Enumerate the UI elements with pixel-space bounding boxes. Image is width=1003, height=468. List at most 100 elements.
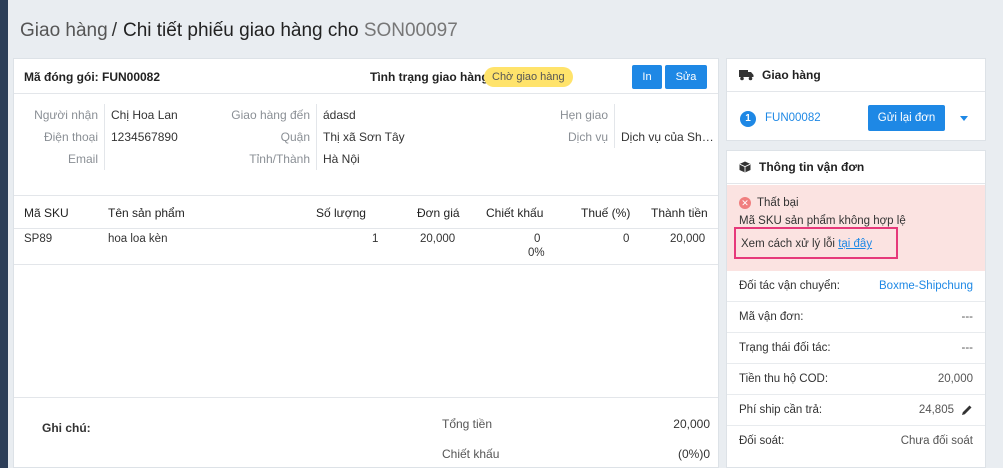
status-badge: Chờ giao hàng bbox=[484, 67, 573, 87]
delivery-card: Giao hàng 1 FUN00082 Gửi lại đơn bbox=[726, 58, 986, 141]
page-heading: Chi tiết phiếu giao hàng cho bbox=[122, 20, 359, 41]
cell-total: 20,000 bbox=[670, 233, 706, 245]
delivery-detail-panel: Mã đóng gói: FUN00082 Tình trạng giao hà… bbox=[13, 58, 719, 468]
cell-discount: 0 bbox=[534, 233, 541, 245]
order-code: SON00097 bbox=[363, 20, 458, 41]
info-value: 1234567890 bbox=[104, 126, 214, 148]
cell-unit-price: 20,000 bbox=[420, 233, 456, 245]
waybill-row-cod: Tiền thu hộ COD: 20,000 bbox=[727, 364, 985, 395]
address-info: Giao hàng đến ádasd Quận Thị xã Sơn Tây Tỉ… bbox=[214, 104, 466, 194]
discount-label: Chiết khấu bbox=[442, 447, 500, 461]
row-label: Tiền thu hộ COD: bbox=[739, 373, 829, 385]
info-label: Điện thoại bbox=[43, 130, 98, 144]
alert-message: Mã SKU sản phẩm không hợp lệ bbox=[739, 215, 906, 227]
page-title: Giao hàng / Chi tiết phiếu giao hàng cho S… bbox=[20, 20, 458, 42]
column-header-product-name: Tên sản phẩm bbox=[108, 206, 185, 220]
print-button[interactable]: In bbox=[632, 65, 662, 89]
column-header-sku: Mã SKU bbox=[24, 206, 69, 220]
shipping-fee-value: 24,805 bbox=[918, 404, 954, 416]
info-label: Tỉnh/Thành bbox=[249, 152, 310, 166]
column-header-discount: Chiết khấu bbox=[486, 206, 544, 220]
cell-tax: 0 bbox=[623, 233, 630, 245]
info-value: ádasd bbox=[316, 104, 466, 126]
info-value bbox=[104, 148, 214, 170]
error-help-box: Xem cách xử lý lỗi tại đây bbox=[734, 227, 898, 259]
error-alert: ✕ Thất bại Mã SKU sản phẩm không hợp lệ … bbox=[727, 185, 985, 271]
footer-divider bbox=[14, 397, 718, 398]
resend-order-button[interactable]: Gửi lại đơn bbox=[868, 105, 945, 131]
note-label: Ghi chú: bbox=[42, 421, 91, 435]
info-row: Hẹn giao bbox=[534, 104, 714, 126]
total-label: Tổng tiền bbox=[442, 417, 493, 431]
edit-button[interactable]: Sửa bbox=[665, 65, 707, 89]
row-label: Mã vận đơn: bbox=[739, 311, 804, 323]
product-table-header: Mã SKU Tên sản phẩm Số lượng Đơn giá Chi… bbox=[14, 195, 718, 229]
help-text: Xem cách xử lý lỗi bbox=[741, 238, 835, 250]
panel-header: Mã đóng gói: FUN00082 Tình trạng giao hà… bbox=[14, 59, 718, 94]
waybill-row-shipping-fee: Phí ship cần trả: 24,805 bbox=[727, 395, 985, 426]
waybill-card: Thông tin vận đơn ✕ Thất bại Mã SKU sản … bbox=[726, 150, 986, 468]
info-label: Giao hàng đến bbox=[231, 108, 310, 122]
info-value: Thị xã Sơn Tây bbox=[316, 126, 466, 148]
waybill-row-reconcile: Đối soát: Chưa đối soát bbox=[727, 426, 985, 457]
truck-icon bbox=[739, 70, 754, 81]
row-label: Đối tác vận chuyển: bbox=[739, 280, 841, 292]
column-header-tax: Thuế (%) bbox=[581, 206, 631, 220]
waybill-row-tracking: Mã vận đơn: --- bbox=[727, 302, 985, 333]
carrier-link[interactable]: Boxme-Shipchung bbox=[879, 280, 973, 292]
row-value: --- bbox=[961, 311, 974, 323]
info-row: Quận Thị xã Sơn Tây bbox=[214, 126, 466, 148]
column-header-unit-price: Đơn giá bbox=[417, 206, 460, 220]
service-info: Hẹn giao Dịch vụ Dịch vụ của Ship... bbox=[534, 104, 714, 194]
info-value: Hà Nội bbox=[316, 148, 466, 170]
cell-quantity: 1 bbox=[372, 233, 379, 245]
row-value: --- bbox=[961, 342, 974, 354]
row-value: Chưa đối soát bbox=[900, 435, 973, 447]
left-nav-bar bbox=[0, 0, 8, 468]
total-value: 20,000 bbox=[673, 417, 710, 431]
chevron-down-icon[interactable] bbox=[960, 116, 968, 121]
info-row: Điện thoại 1234567890 bbox=[14, 126, 214, 148]
column-header-total: Thành tiền bbox=[651, 206, 708, 220]
row-value: 24,805 bbox=[919, 404, 973, 416]
info-label: Người nhận bbox=[34, 108, 98, 122]
error-icon: ✕ bbox=[739, 197, 751, 209]
waybill-card-header: Thông tin vận đơn bbox=[727, 151, 985, 184]
info-label: Dịch vụ bbox=[567, 130, 608, 144]
cell-product-name: hoa loa kèn bbox=[108, 233, 168, 245]
cell-sku: SP89 bbox=[24, 233, 53, 245]
info-label: Quận bbox=[280, 130, 310, 144]
delivery-status-label: Tình trạng giao hàng bbox=[370, 70, 489, 84]
row-label: Đối soát: bbox=[739, 435, 785, 447]
table-row: SP89 hoa loa kèn 1 20,000 0 0% 0 20,000 bbox=[14, 229, 718, 265]
recipient-info: Người nhận Chị Hoa Lan Điện thoại 12345678… bbox=[14, 104, 214, 194]
delivery-index-badge: 1 bbox=[740, 111, 756, 127]
info-label: Hẹn giao bbox=[559, 108, 608, 122]
waybill-card-title: Thông tin vận đơn bbox=[759, 159, 865, 174]
info-row: Email bbox=[14, 148, 214, 170]
delivery-card-header: Giao hàng bbox=[727, 59, 985, 92]
waybill-row-partner-status: Trạng thái đối tác: --- bbox=[727, 333, 985, 364]
column-header-quantity: Số lượng bbox=[316, 206, 366, 220]
discount-value: (0%)0 bbox=[677, 447, 710, 461]
package-icon bbox=[739, 161, 751, 173]
waybill-row-carrier: Đối tác vận chuyển: Boxme-Shipchung bbox=[727, 271, 985, 302]
package-code: Mã đóng gói: FUN00082 bbox=[24, 70, 161, 84]
info-value bbox=[614, 104, 714, 126]
delivery-code-link[interactable]: FUN00082 bbox=[765, 112, 821, 124]
info-row: Giao hàng đến ádasd bbox=[214, 104, 466, 126]
pencil-icon[interactable] bbox=[961, 404, 973, 416]
alert-title-text: Thất bại bbox=[757, 197, 799, 209]
breadcrumb-delivery[interactable]: Giao hàng bbox=[20, 20, 108, 41]
info-row: Tỉnh/Thành Hà Nội bbox=[214, 148, 466, 170]
info-value: Chị Hoa Lan bbox=[104, 104, 214, 126]
breadcrumb-separator: / bbox=[111, 20, 117, 41]
row-value: 20,000 bbox=[937, 373, 973, 385]
info-label: Email bbox=[67, 152, 98, 166]
info-row: Người nhận Chị Hoa Lan bbox=[14, 104, 214, 126]
info-row: Dịch vụ Dịch vụ của Ship... bbox=[534, 126, 714, 148]
cell-discount-percent: 0% bbox=[528, 247, 545, 259]
info-value: Dịch vụ của Ship... bbox=[614, 126, 714, 148]
help-link[interactable]: tại đây bbox=[838, 238, 872, 250]
row-label: Trạng thái đối tác: bbox=[739, 342, 831, 354]
